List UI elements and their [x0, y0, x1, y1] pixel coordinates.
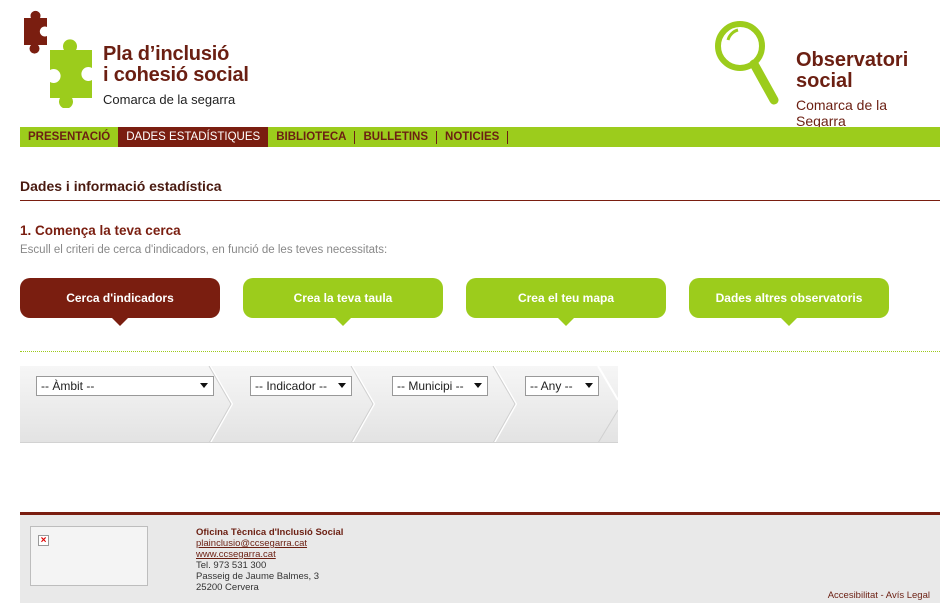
footer-org: Oficina Tècnica d'Inclusió Social — [196, 527, 344, 538]
nav-separator — [507, 130, 509, 144]
municipi-select-value: -- Municipi -- — [397, 379, 464, 393]
footer-logo-placeholder: × — [30, 526, 148, 586]
puzzle-logo-icon — [24, 10, 92, 108]
step-title: 1. Comença la teva cerca — [20, 223, 181, 238]
title-divider — [20, 200, 940, 201]
dropdown-arrow-icon — [200, 383, 208, 388]
observatori-subtitle: Comarca de la Segarra — [796, 97, 888, 129]
footer-address-line1: Passeig de Jaume Balmes, 3 — [196, 571, 320, 582]
brand-title: Pla d’inclusió i cohesió social — [103, 44, 249, 86]
tab-altres-observatoris[interactable]: Dades altres observatoris — [689, 278, 889, 326]
brand-title-line1: Pla d’inclusió — [103, 43, 230, 65]
tab-crea-mapa[interactable]: Crea el teu mapa — [466, 278, 666, 326]
observatori-title: Observatori social — [796, 50, 908, 92]
observatori-title-line1: Observatori — [796, 49, 909, 71]
section-divider — [20, 351, 940, 352]
step-hint: Escull el criteri de cerca d'indicadors,… — [20, 244, 388, 256]
filter-panel: -- Àmbit -- -- Indicador -- -- Municipi … — [20, 366, 618, 443]
legal-separator: - — [877, 590, 886, 601]
municipi-select[interactable]: -- Municipi -- — [392, 376, 488, 396]
footer-address-line2: 25200 Cervera — [196, 582, 259, 593]
tab-cerca-indicadors[interactable]: Cerca d'indicadors — [20, 278, 220, 326]
footer-tel: Tel. 973 531 300 — [196, 560, 267, 571]
indicador-select[interactable]: -- Indicador -- — [250, 376, 352, 396]
dropdown-arrow-icon — [585, 383, 593, 388]
indicador-select-value: -- Indicador -- — [255, 379, 328, 393]
broken-image-icon: × — [38, 535, 49, 546]
brand-subtitle: Comarca de la segarra — [103, 92, 236, 107]
nav-item-biblioteca[interactable]: BIBLIOTECA — [268, 127, 354, 147]
ambit-select[interactable]: -- Àmbit -- — [36, 376, 214, 396]
footer-web-link[interactable]: www.ccsegarra.cat — [196, 549, 276, 560]
page-title: Dades i informació estadística — [20, 178, 222, 194]
tab-crea-taula[interactable]: Crea la teva taula — [243, 278, 443, 326]
dropdown-arrow-icon — [474, 383, 482, 388]
nav-item-noticies[interactable]: NOTICIES — [437, 127, 507, 147]
site-header: Pla d’inclusió i cohesió social Comarca … — [0, 0, 940, 129]
footer-legal-links: Accesibilitat - Avís Legal — [828, 590, 930, 601]
accessibility-link[interactable]: Accesibilitat — [828, 590, 878, 601]
nav-item-bulletins[interactable]: BULLETINS — [355, 127, 436, 147]
brand-title-line2: i cohesió social — [103, 64, 249, 86]
main-nav: PRESENTACIÓ DADES ESTADÍSTIQUES BIBLIOTE… — [20, 127, 940, 147]
footer-contact: Oficina Tècnica d'Inclusió Social plainc… — [196, 527, 343, 593]
footer-email-link[interactable]: plainclusio@ccsegarra.cat — [196, 538, 307, 549]
any-select[interactable]: -- Any -- — [525, 376, 599, 396]
observatori-title-line2: social — [796, 70, 853, 92]
ambit-select-value: -- Àmbit -- — [41, 379, 95, 393]
site-footer: × Oficina Tècnica d'Inclusió Social plai… — [20, 512, 940, 603]
any-select-value: -- Any -- — [530, 379, 573, 393]
nav-item-presentacio[interactable]: PRESENTACIÓ — [20, 127, 118, 147]
search-mode-tabs: Cerca d'indicadors Crea la teva taula Cr… — [20, 278, 940, 328]
magnifier-logo-icon — [715, 21, 779, 105]
dropdown-arrow-icon — [338, 383, 346, 388]
legal-notice-link[interactable]: Avís Legal — [886, 590, 930, 601]
nav-item-dades-estadistiques[interactable]: DADES ESTADÍSTIQUES — [118, 127, 269, 147]
